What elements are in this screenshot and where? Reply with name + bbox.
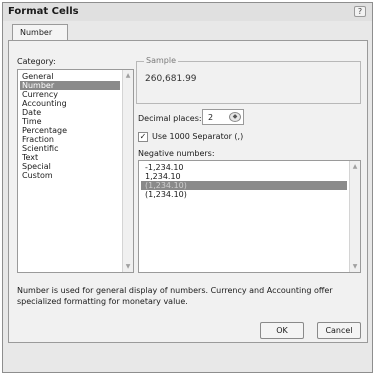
category-item-accounting[interactable]: Accounting [20, 99, 120, 108]
decimal-places-input[interactable]: 2 ◆ [202, 109, 244, 125]
category-item-number[interactable]: Number [20, 81, 120, 90]
format-cells-dialog: Format Cells ? Number Category: General … [2, 2, 373, 373]
category-item-date[interactable]: Date [20, 108, 120, 117]
cancel-button[interactable]: Cancel [317, 322, 361, 339]
category-item-time[interactable]: Time [20, 117, 120, 126]
title-bar: Format Cells ? [3, 3, 372, 21]
scroll-up-icon[interactable]: ▲ [124, 71, 132, 80]
tab-number[interactable]: Number [12, 24, 68, 41]
negative-numbers-list[interactable]: -1,234.10 1,234.10 (1,234.10) (1,234.10)… [138, 160, 361, 273]
category-item-currency[interactable]: Currency [20, 90, 120, 99]
category-description: Number is used for general display of nu… [17, 286, 333, 306]
category-item-custom[interactable]: Custom [20, 171, 120, 180]
category-item-fraction[interactable]: Fraction [20, 135, 120, 144]
negative-format-item[interactable]: (1,234.10) [141, 190, 347, 199]
scroll-down-icon[interactable]: ▼ [124, 262, 132, 271]
decimal-places-value: 2 [208, 113, 214, 122]
category-item-text[interactable]: Text [20, 153, 120, 162]
sample-legend: Sample [144, 56, 178, 65]
category-scrollbar[interactable]: ▲ ▼ [122, 70, 133, 272]
negative-format-item-selected[interactable]: (1,234.10) [141, 181, 347, 190]
dialog-title: Format Cells [8, 6, 79, 17]
scroll-up-icon[interactable]: ▲ [351, 162, 359, 171]
negative-numbers-scrollbar[interactable]: ▲ ▼ [349, 161, 360, 272]
category-item-scientific[interactable]: Scientific [20, 144, 120, 153]
decimal-places-label: Decimal places: [138, 114, 202, 123]
sample-value: 260,681.99 [145, 74, 197, 84]
category-item-percentage[interactable]: Percentage [20, 126, 120, 135]
thousands-separator-label: Use 1000 Separator (,) [152, 132, 244, 141]
category-list[interactable]: General Number Currency Accounting Date … [17, 69, 134, 273]
ok-button[interactable]: OK [260, 322, 304, 339]
category-label: Category: [17, 57, 56, 66]
category-item-general[interactable]: General [20, 72, 120, 81]
category-item-special[interactable]: Special [20, 162, 120, 171]
number-tab-panel: Category: General Number Currency Accoun… [8, 40, 368, 343]
spinner-icon[interactable]: ◆ [229, 112, 241, 122]
negative-format-item[interactable]: 1,234.10 [141, 172, 347, 181]
help-button[interactable]: ? [354, 6, 366, 17]
scroll-down-icon[interactable]: ▼ [351, 262, 359, 271]
thousands-separator-checkbox[interactable]: ✓ [138, 132, 148, 142]
negative-format-item[interactable]: -1,234.10 [141, 163, 347, 172]
negative-numbers-label: Negative numbers: [138, 149, 215, 158]
